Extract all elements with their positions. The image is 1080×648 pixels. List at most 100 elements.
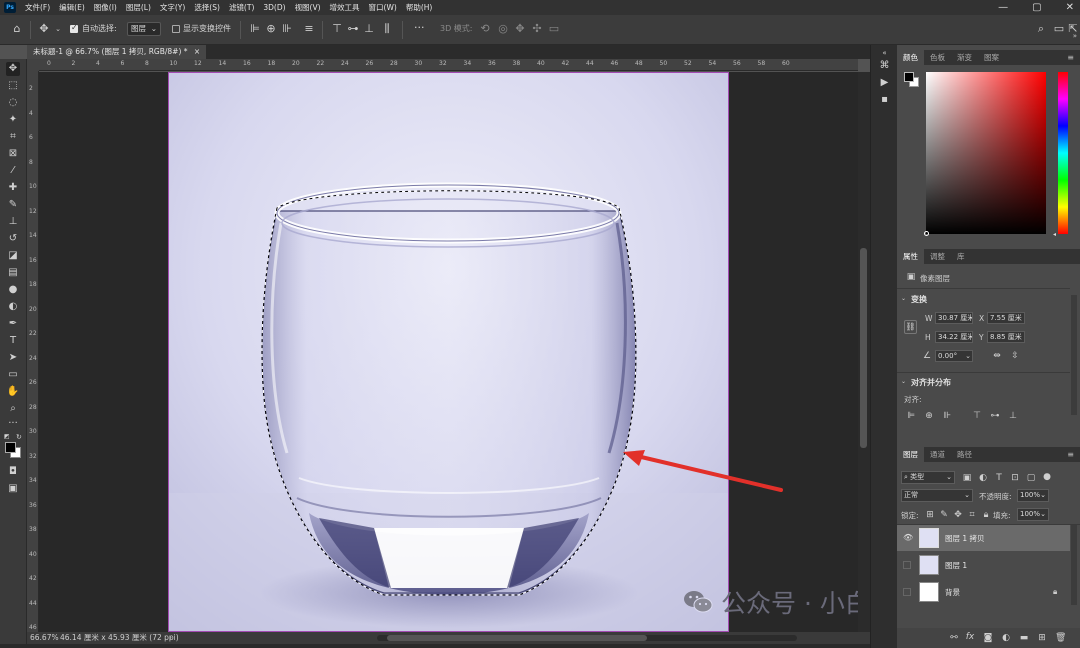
lock-transparent-icon[interactable]: ⊞ <box>925 510 935 520</box>
align-bottom-edges-icon[interactable]: ⊥ <box>1008 411 1018 421</box>
menu-file[interactable]: 文件(F) <box>25 2 50 13</box>
lasso-tool-icon[interactable]: ◌ <box>6 96 20 110</box>
hue-slider-handle[interactable]: ◂ <box>1053 231 1056 238</box>
3d-camera-icon[interactable]: ▭ <box>547 22 561 36</box>
move-tool-icon[interactable]: ✥ <box>6 62 20 76</box>
rectangle-tool-icon[interactable]: ▭ <box>6 368 20 382</box>
show-transform-checkbox[interactable] <box>172 25 180 33</box>
fill-field[interactable]: 100% ⌄ <box>1017 508 1049 521</box>
flip-horizontal-icon[interactable]: ⇹ <box>992 351 1002 361</box>
menu-type[interactable]: 文字(Y) <box>160 2 185 13</box>
dodge-tool-icon[interactable]: ◐ <box>6 300 20 314</box>
align-center-h-icon[interactable]: ⊕ <box>264 22 278 36</box>
menu-window[interactable]: 窗口(W) <box>369 2 397 13</box>
menu-edit[interactable]: 编辑(E) <box>59 2 85 13</box>
layer-row[interactable]: 👁︎ 图层 1 拷贝 <box>897 525 1070 551</box>
tab-channels[interactable]: 通道 <box>924 447 951 462</box>
align-top-edges-icon[interactable]: ⊤ <box>972 411 982 421</box>
visibility-toggle-empty[interactable] <box>903 588 911 596</box>
align-right-icon[interactable]: ⊪ <box>280 22 294 36</box>
fg-bg-swatches[interactable] <box>904 72 919 87</box>
tab-patterns[interactable]: 图案 <box>978 50 1005 65</box>
align-left-edges-icon[interactable]: ⊫ <box>906 411 916 421</box>
tab-layers[interactable]: 图层 <box>897 447 924 462</box>
menu-plugins[interactable]: 增效工具 <box>330 2 360 13</box>
tab-adjustments[interactable]: 调整 <box>924 249 951 264</box>
screen-mode-icon[interactable]: ▣ <box>6 482 20 496</box>
properties-scrollbar[interactable] <box>1071 295 1077 415</box>
eyedropper-tool-icon[interactable]: ⁄ <box>6 164 20 178</box>
vertical-ruler[interactable]: 2 4 6 8 10 12 14 16 18 20 22 24 26 28 30 32 34 36 38 40 42 44… <box>27 71 39 632</box>
tab-color[interactable]: 颜色 <box>897 50 924 65</box>
stamp-tool-icon[interactable]: ⊥ <box>6 215 20 229</box>
magic-wand-tool-icon[interactable]: ✦ <box>6 113 20 127</box>
height-field[interactable]: 34.22 厘米 <box>935 331 973 343</box>
foreground-color-swatch[interactable] <box>5 442 16 453</box>
move-tool-icon[interactable]: ✥ <box>37 22 51 36</box>
comments-icon[interactable]: ▪ <box>878 93 891 106</box>
mask-icon[interactable]: ◙ <box>983 633 993 643</box>
menu-3d[interactable]: 3D(D) <box>263 3 285 12</box>
align-h-centers-icon[interactable]: ⊕ <box>924 411 934 421</box>
layer-name[interactable]: 图层 1 拷贝 <box>945 533 985 544</box>
link-icon[interactable]: ⚯ <box>949 633 959 643</box>
vertical-scrollbar[interactable] <box>858 72 870 632</box>
auto-select-checkbox[interactable] <box>70 23 78 33</box>
brush-tool-icon[interactable]: ✎ <box>6 198 20 212</box>
actions-play-icon[interactable]: ▶ <box>878 76 891 89</box>
horizontal-ruler[interactable]: 0 2 4 6 8 10 12 14 16 18 20 22 24 26 28 30 32 34 36 38 40 42 4… <box>39 59 858 71</box>
chevron-down-icon[interactable]: ⌄ <box>901 378 906 385</box>
filter-toggle-icon[interactable]: ● <box>1042 472 1052 482</box>
3d-roll-icon[interactable]: ◎ <box>496 22 510 36</box>
layer-row[interactable]: 背景 🔒︎ <box>897 579 1070 605</box>
visibility-eye-icon[interactable]: 👁︎ <box>903 533 913 542</box>
color-field[interactable] <box>924 72 1046 236</box>
filter-smart-object-icon[interactable]: ▢ <box>1026 473 1036 483</box>
chevron-down-icon[interactable]: ⌄ <box>901 295 906 302</box>
width-field[interactable]: 30.87 厘米 <box>935 312 973 324</box>
tab-swatches[interactable]: 色板 <box>924 50 951 65</box>
align-left-icon[interactable]: ⊫ <box>248 22 262 36</box>
layer-filter-dropdown[interactable]: ⌕ 类型 ⌄ <box>901 471 955 484</box>
layer-name[interactable]: 图层 1 <box>945 560 967 571</box>
group-icon[interactable]: ▬ <box>1019 633 1029 643</box>
minimize-button[interactable]: — <box>998 2 1008 13</box>
tab-libraries[interactable]: 库 <box>951 249 971 264</box>
transform-section-title[interactable]: 变换 <box>911 294 927 305</box>
panel-menu-icon[interactable]: ≡ <box>1067 50 1080 65</box>
filter-type-icon[interactable]: T <box>994 473 1004 483</box>
lock-position-icon[interactable]: ✥ <box>953 510 963 520</box>
blur-tool-icon[interactable]: ● <box>6 283 20 297</box>
chevron-down-icon[interactable]: ⌄ <box>963 351 973 361</box>
align-middle-v-icon[interactable]: ⊶ <box>346 22 360 36</box>
opacity-field[interactable]: 100% ⌄ <box>1017 489 1049 502</box>
3d-pan-icon[interactable]: ✥ <box>513 22 527 36</box>
healing-brush-tool-icon[interactable]: ✚ <box>6 181 20 195</box>
eraser-tool-icon[interactable]: ◪ <box>6 249 20 263</box>
filter-pixel-icon[interactable]: ▣ <box>962 473 972 483</box>
type-tool-icon[interactable]: T <box>6 334 20 348</box>
3d-orbit-icon[interactable]: ⟲ <box>478 22 492 36</box>
history-panel-icon[interactable]: ⌘ <box>878 59 891 72</box>
layer-row[interactable]: 图层 1 <box>897 552 1070 578</box>
align-right-edges-icon[interactable]: ⊪ <box>942 411 952 421</box>
quick-mask-icon[interactable]: ◘ <box>6 465 20 479</box>
horizontal-scrollbar[interactable] <box>377 635 797 641</box>
delete-icon[interactable]: 🗑︎ <box>1055 633 1066 643</box>
gradient-tool-icon[interactable]: ▤ <box>6 266 20 280</box>
tab-paths[interactable]: 路径 <box>951 447 978 462</box>
lock-image-icon[interactable]: ✎ <box>939 510 949 520</box>
document-canvas[interactable] <box>168 72 729 632</box>
close-window-button[interactable]: ✕ <box>1066 2 1074 13</box>
y-field[interactable]: 8.85 厘米 <box>987 331 1025 343</box>
color-swatches[interactable]: ◩ ↻ <box>4 433 24 459</box>
tab-properties[interactable]: 属性 <box>897 249 924 264</box>
align-section-title[interactable]: 对齐并分布 <box>911 377 951 388</box>
filter-shape-icon[interactable]: ⊡ <box>1010 473 1020 483</box>
canvas-area[interactable] <box>39 72 858 632</box>
vertical-scroll-thumb[interactable] <box>860 248 867 448</box>
zoom-level[interactable]: 66.67% <box>30 632 59 644</box>
ruler-origin[interactable] <box>27 59 39 71</box>
layer-name[interactable]: 背景 <box>945 587 960 598</box>
link-dimensions-icon[interactable]: ⛓ <box>904 320 917 334</box>
